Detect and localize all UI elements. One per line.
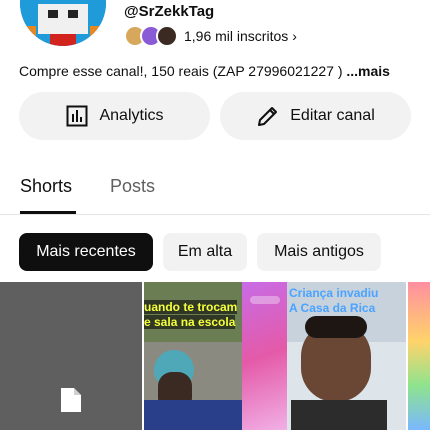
subscriber-avatar [156,25,178,47]
short-thumbnail[interactable] [0,282,142,430]
file-icon [61,388,81,412]
short-caption: uando te trocam [144,300,238,314]
analytics-label: Analytics [99,107,164,124]
short-thumbnail[interactable]: uando te trocam e sala na escola [144,282,242,430]
tab-posts[interactable]: Posts [110,176,155,197]
tab-divider [0,214,430,215]
channel-handle: @SrZekkTag [124,3,215,20]
short-thumbnail[interactable]: Criança invadiu A Casa da Rica [287,282,406,430]
pencil-icon [258,107,278,126]
more-link[interactable]: ...mais [346,63,390,79]
chevron-right-icon: › [292,28,297,44]
chip-em-alta[interactable]: Em alta [163,233,247,271]
chip-mais-antigos[interactable]: Mais antigos [257,233,381,271]
description-text: Compre esse canal!, 150 reais (ZAP 27996… [19,63,347,79]
analytics-button[interactable]: Analytics [19,92,210,140]
edit-channel-button[interactable]: Editar canal [220,92,411,140]
edit-channel-label: Editar canal [290,107,375,124]
dots-icon [250,296,280,304]
short-caption: Criança invadiu [289,286,379,300]
tab-shorts[interactable]: Shorts [20,176,72,197]
subscriber-count: 1,96 mil inscritos [184,28,289,44]
short-thumbnail[interactable] [242,282,287,430]
channel-description[interactable]: Compre esse canal!, 150 reais (ZAP 27996… [19,63,390,79]
short-caption: A Casa da Rica [289,301,376,315]
analytics-icon [66,105,88,127]
subscribers-row[interactable]: 1,96 mil inscritos › [124,25,297,47]
chip-mais-recentes[interactable]: Mais recentes [19,233,153,271]
short-caption: e sala na escola [144,315,236,329]
short-thumbnail[interactable] [408,282,430,430]
channel-avatar[interactable] [20,0,106,46]
